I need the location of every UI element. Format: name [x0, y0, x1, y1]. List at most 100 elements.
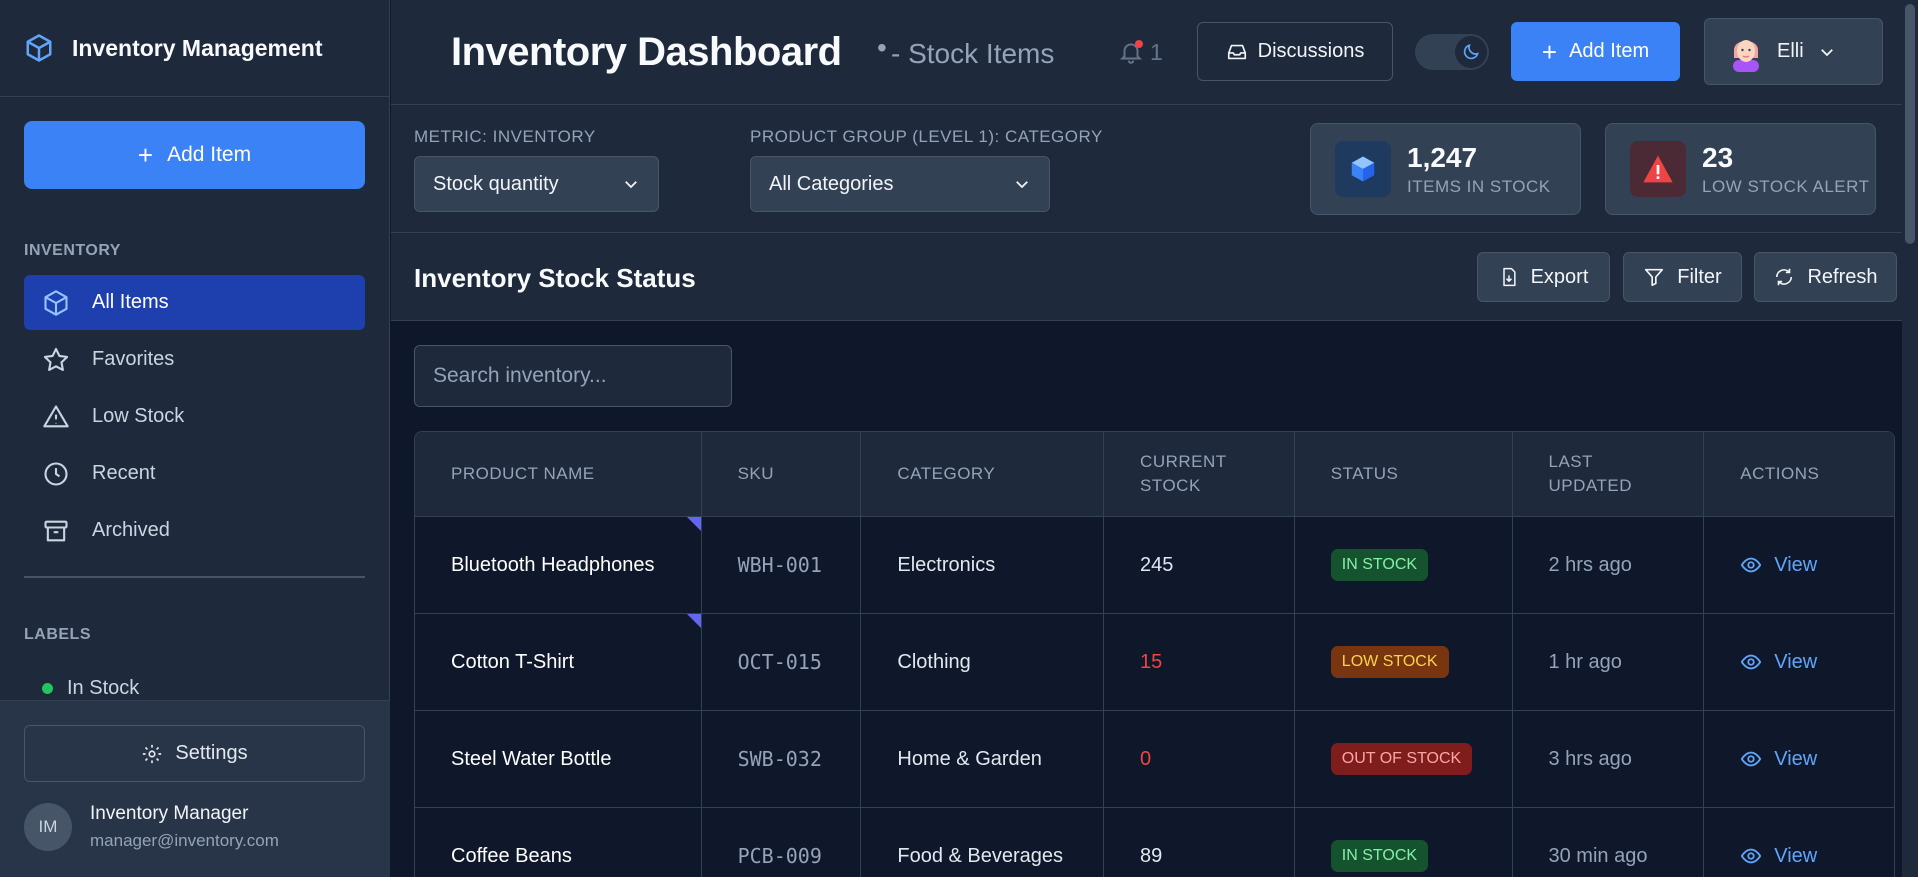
eye-icon [1741, 654, 1762, 670]
status-badge: OUT OF STOCK [1330, 743, 1473, 775]
export-label: Export [1530, 265, 1589, 288]
user-avatar-icon [1733, 39, 1759, 72]
column-header-text: LAST UPDATED [1548, 452, 1632, 495]
chevron-down-icon [1016, 181, 1028, 189]
label-text: In Stock [67, 676, 140, 699]
status-badge: LOW STOCK [1330, 646, 1449, 678]
category-cell: Home & Garden [861, 711, 1105, 807]
sku-cell: PCB-009 [702, 808, 862, 877]
metric-select-value: Stock quantity [433, 172, 559, 195]
box-icon [44, 289, 68, 316]
stat-label: LOW STOCK ALERT [1702, 176, 1870, 196]
sidebar-item-favorites[interactable]: Favorites [24, 332, 365, 387]
view-button[interactable]: View [1740, 651, 1817, 674]
sidebar-footer: Settings IM Inventory Manager manager@in… [0, 700, 390, 877]
column-header-last-updated[interactable]: LAST UPDATED [1513, 432, 1705, 516]
view-button[interactable]: View [1740, 748, 1817, 771]
category-cell: Food & Beverages [861, 808, 1105, 877]
plus-icon: + [137, 140, 154, 170]
chevron-down-icon [1820, 48, 1833, 56]
status-dot [42, 682, 53, 694]
column-header-sku[interactable]: SKU [702, 432, 862, 516]
current-user: IM Inventory Manager manager@inventory.c… [24, 803, 279, 851]
inbox-icon [1227, 44, 1246, 59]
actions-cell: View [1704, 711, 1894, 807]
search-input[interactable] [414, 345, 732, 407]
updated-cell: 30 min ago [1513, 808, 1705, 877]
panel-title: Inventory Stock Status [414, 263, 696, 293]
moon-icon [1455, 36, 1487, 68]
product-name: Steel Water Bottle [451, 747, 612, 770]
refresh-button[interactable]: Refresh [1754, 252, 1897, 302]
stock-cell: 15 [1104, 614, 1295, 710]
sku: WBH-001 [737, 553, 822, 577]
metric-select[interactable]: Stock quantity [414, 156, 659, 212]
updated-cell: 1 hr ago [1513, 614, 1705, 710]
table-row[interactable]: Bluetooth Headphones WBH-001 Electronics… [415, 517, 1894, 614]
avatar: IM [24, 803, 72, 851]
notification-dot [1135, 40, 1143, 48]
sidebar-item-recent[interactable]: Recent [24, 446, 365, 501]
product-name-cell: Bluetooth Headphones [415, 517, 702, 613]
sidebar-item-all-items[interactable]: All Items [24, 275, 365, 330]
sidebar-add-item-label: Add Item [167, 143, 252, 166]
discussions-button[interactable]: Discussions [1197, 22, 1393, 81]
product-group-value: All Categories [769, 172, 894, 195]
view-button[interactable]: View [1740, 554, 1817, 577]
notifications-button[interactable]: 1 [1118, 38, 1163, 66]
eye-icon [1741, 557, 1762, 573]
column-header-category[interactable]: CATEGORY [861, 432, 1105, 516]
view-button[interactable]: View [1740, 845, 1817, 868]
sidebar-item-label: All Items [92, 291, 169, 313]
sidebar-item-label: Recent [92, 462, 156, 484]
box-icon [24, 33, 54, 63]
product-name: Bluetooth Headphones [451, 553, 655, 576]
sidebar-item-low-stock[interactable]: Low Stock [24, 389, 365, 444]
product-group-select[interactable]: All Categories [750, 156, 1050, 212]
app-title: Inventory Management [72, 34, 323, 61]
stock-cell: 0 [1104, 711, 1295, 807]
metric-label: METRIC: INVENTORY [414, 127, 596, 146]
inventory-table: PRODUCT NAME SKU CATEGORY CURRENT STOCK … [414, 431, 1895, 877]
category-cell: Electronics [861, 517, 1105, 613]
sidebar-add-item-button[interactable]: + Add Item [24, 121, 365, 189]
page-scrollbar[interactable] [1902, 0, 1918, 877]
page-title: Inventory Dashboard [451, 30, 842, 74]
scrollbar-thumb[interactable] [1905, 4, 1915, 244]
sidebar-nav: All Items Favorites Low Stock Recent Arc… [24, 275, 365, 560]
warning-icon [43, 404, 69, 427]
table-row[interactable]: Steel Water Bottle SWB-032 Home & Garden… [415, 711, 1894, 808]
actions-cell: View [1704, 517, 1894, 613]
table-header-row: PRODUCT NAME SKU CATEGORY CURRENT STOCK … [415, 432, 1894, 517]
filter-button[interactable]: Filter [1623, 252, 1742, 302]
stat-low-stock-alert: 23 LOW STOCK ALERT [1605, 123, 1876, 215]
category-cell: Clothing [861, 614, 1105, 710]
filter-label: Filter [1677, 265, 1722, 288]
page-subtitle: - Stock Items [891, 38, 1055, 69]
column-header-status[interactable]: STATUS [1295, 432, 1513, 516]
sidebar-item-archived[interactable]: Archived [24, 503, 365, 558]
settings-button[interactable]: Settings [24, 725, 365, 782]
user-menu[interactable]: Elli [1704, 18, 1883, 85]
header-add-item-label: Add Item [1569, 40, 1650, 62]
status-cell: OUT OF STOCK [1295, 711, 1513, 807]
column-header-current-stock[interactable]: CURRENT STOCK [1104, 432, 1295, 516]
stock-cell: 245 [1104, 517, 1295, 613]
header-add-item-button[interactable]: + Add Item [1511, 22, 1680, 81]
table-row[interactable]: Cotton T-Shirt OCT-015 Clothing 15 LOW S… [415, 614, 1894, 711]
refresh-icon [1776, 268, 1793, 286]
status-cell: LOW STOCK [1295, 614, 1513, 710]
theme-toggle[interactable] [1415, 34, 1489, 70]
brand: Inventory Management [0, 0, 389, 97]
plus-icon: + [1541, 36, 1558, 67]
inventory-section-label: INVENTORY [24, 242, 121, 259]
export-button[interactable]: Export [1477, 252, 1610, 302]
status-cell: IN STOCK [1295, 808, 1513, 877]
product-name-cell: Coffee Beans [415, 808, 702, 877]
refresh-label: Refresh [1807, 265, 1878, 288]
eye-icon [1741, 848, 1762, 864]
table-row[interactable]: Coffee Beans PCB-009 Food & Beverages 89… [415, 808, 1894, 877]
alert-icon [1630, 141, 1686, 197]
column-header-product-name[interactable]: PRODUCT NAME [415, 432, 702, 516]
view-label: View [1774, 747, 1818, 770]
